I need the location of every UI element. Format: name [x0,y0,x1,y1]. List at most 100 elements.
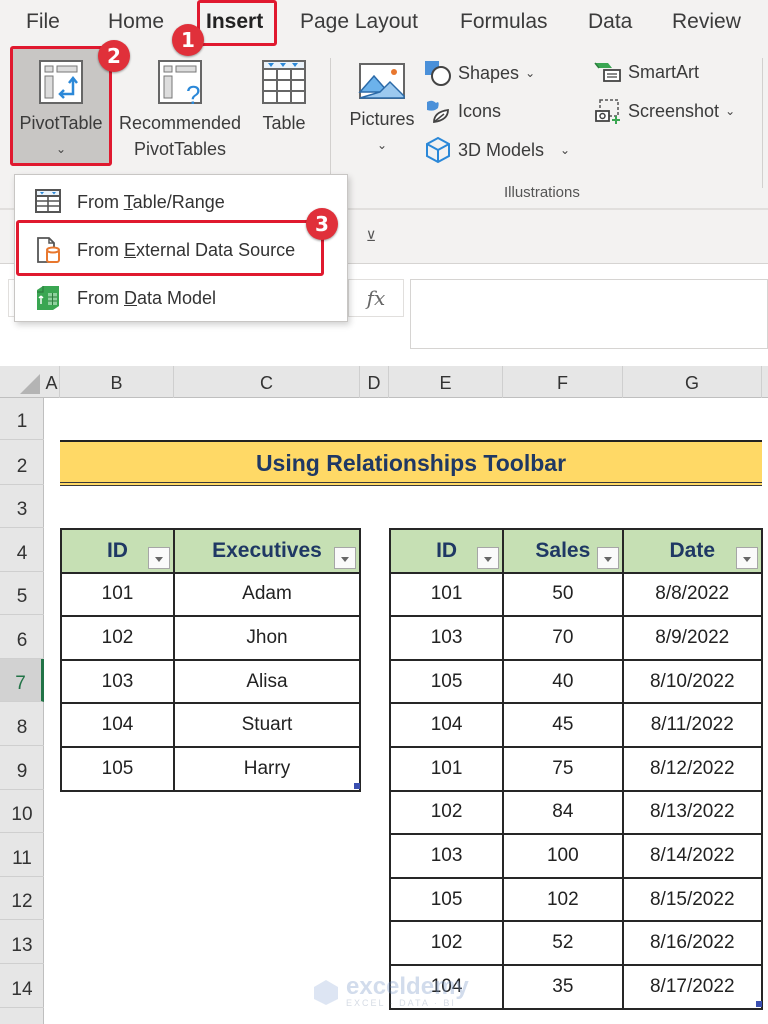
tab-home[interactable]: Home [108,10,164,34]
table-cell[interactable]: 8/13/2022 [621,789,764,836]
executives-table: ID Executives 101 Adam 102 Jhon 103 Alisa 104 S… [60,528,362,792]
table-cell[interactable]: 8/10/2022 [621,658,764,705]
table-cell[interactable]: 102 [388,920,505,966]
table-cell[interactable]: 102 [388,789,505,836]
tab-file[interactable]: File [26,10,60,34]
table-cell[interactable]: Harry [172,745,362,792]
table-resize-handle[interactable] [354,783,360,789]
table-cell[interactable]: 8/12/2022 [621,745,764,792]
table-cell[interactable]: 75 [502,745,624,792]
row-header[interactable]: 5 [0,572,44,616]
row-header[interactable]: 9 [0,746,44,790]
filter-dropdown-icon[interactable] [596,546,619,569]
table-cell[interactable]: Adam [172,571,362,618]
formula-input[interactable] [410,279,768,349]
row-header[interactable]: 1 [0,398,44,440]
table-label: Table [262,113,306,133]
table-cell[interactable]: 40 [502,658,624,705]
row-header[interactable]: 6 [0,615,44,659]
tab-page-layout[interactable]: Page Layout [300,10,418,34]
table-cell[interactable]: 8/15/2022 [621,876,764,923]
table-cell[interactable]: 8/16/2022 [621,920,764,966]
label-prefix: From [77,191,124,212]
menu-item-from-table-range[interactable]: From Table/Range [15,179,347,225]
select-all-button[interactable] [0,366,44,398]
table-cell[interactable]: 70 [502,615,624,661]
column-header-e[interactable]: E [389,366,503,398]
table-cell[interactable]: 8/14/2022 [621,833,764,879]
row-header[interactable]: 2 [0,440,44,485]
select-all-triangle-icon [20,374,40,394]
table-cell[interactable]: 103 [388,615,505,661]
table-resize-handle[interactable] [756,1001,762,1007]
table-cell[interactable]: 8/17/2022 [621,963,764,1010]
table-cell[interactable]: 103 [388,833,505,879]
row-header[interactable]: 4 [0,528,44,572]
table-cell[interactable]: 101 [388,745,505,792]
table-cell[interactable]: 50 [502,571,624,618]
row-header[interactable]: 12 [0,877,44,921]
filter-dropdown-icon[interactable] [736,546,758,569]
table-cell[interactable]: 105 [388,658,505,705]
table-cell[interactable]: 105 [60,745,175,792]
tab-review[interactable]: Review [672,10,741,34]
table-cell[interactable]: Alisa [172,658,362,705]
row-header[interactable]: 3 [0,485,44,528]
ribbon-separator [330,58,331,188]
row-header[interactable]: 14 [0,964,44,1008]
tab-formulas[interactable]: Formulas [460,10,548,34]
column-header-d[interactable]: D [360,366,389,398]
filter-dropdown-icon[interactable] [147,546,170,569]
row-header-selected[interactable]: 7 [0,658,44,703]
table-cell[interactable]: 8/9/2022 [621,615,764,661]
table-cell[interactable]: 102 [60,615,175,661]
menu-item-from-data-model[interactable]: From Data Model [15,275,347,321]
insert-function-button[interactable]: fx [348,279,404,317]
column-header-a[interactable]: A [44,366,60,398]
pictures-button[interactable]: Pictures ⌄ [344,62,420,158]
table-cell[interactable]: 102 [502,876,624,923]
accelerator-key: D [124,287,137,308]
table-cell[interactable]: 35 [502,963,624,1010]
row-header[interactable]: 10 [0,790,44,834]
table-cell[interactable]: 103 [60,658,175,705]
screenshot-button[interactable]: Screenshot ⌄ [594,98,735,124]
table-cell[interactable]: 105 [388,876,505,923]
row-header[interactable]: 13 [0,920,44,964]
table-cell[interactable]: 84 [502,789,624,836]
table-cell[interactable]: Jhon [172,615,362,661]
3d-models-button[interactable]: 3D Models ⌄ [424,136,570,164]
filter-dropdown-icon[interactable] [477,546,500,569]
table-cell[interactable]: 8/11/2022 [621,702,764,748]
table-cell[interactable]: 101 [60,571,175,618]
collapse-ribbon-icon[interactable]: ⊻ [366,228,384,246]
filter-dropdown-icon[interactable] [334,546,356,569]
recommended-pivottables-button[interactable]: ? Recommended PivotTables [112,58,248,162]
header-id[interactable]: ID [60,528,175,574]
table-cell[interactable]: 104 [60,702,175,748]
shapes-button[interactable]: Shapes ⌄ [424,60,535,86]
header-executives[interactable]: Executives [172,528,362,574]
smartart-button[interactable]: SmartArt [594,60,699,84]
table-cell[interactable]: 8/8/2022 [621,571,764,618]
table-button[interactable]: Table [256,58,312,136]
header-date[interactable]: Date [621,528,764,574]
column-header-f[interactable]: F [503,366,623,398]
table-cell[interactable]: 104 [388,702,505,748]
table-cell[interactable]: 100 [502,833,624,879]
table-cell[interactable]: 45 [502,702,624,748]
tab-data[interactable]: Data [588,10,632,34]
header-sales[interactable]: Sales [502,528,624,574]
header-id[interactable]: ID [388,528,505,574]
table-cell[interactable]: 101 [388,571,505,618]
row-header[interactable]: 11 [0,833,44,877]
row-header[interactable]: 8 [0,702,44,746]
sheet-title-cell[interactable]: Using Relationships Toolbar [60,440,762,486]
column-header-b[interactable]: B [60,366,174,398]
column-header-c[interactable]: C [174,366,360,398]
table-cell[interactable]: 52 [502,920,624,966]
table-cell[interactable]: Stuart [172,702,362,748]
table-row: 103 Alisa [60,658,362,705]
icons-button[interactable]: Icons [424,98,501,124]
column-header-g[interactable]: G [623,366,762,398]
